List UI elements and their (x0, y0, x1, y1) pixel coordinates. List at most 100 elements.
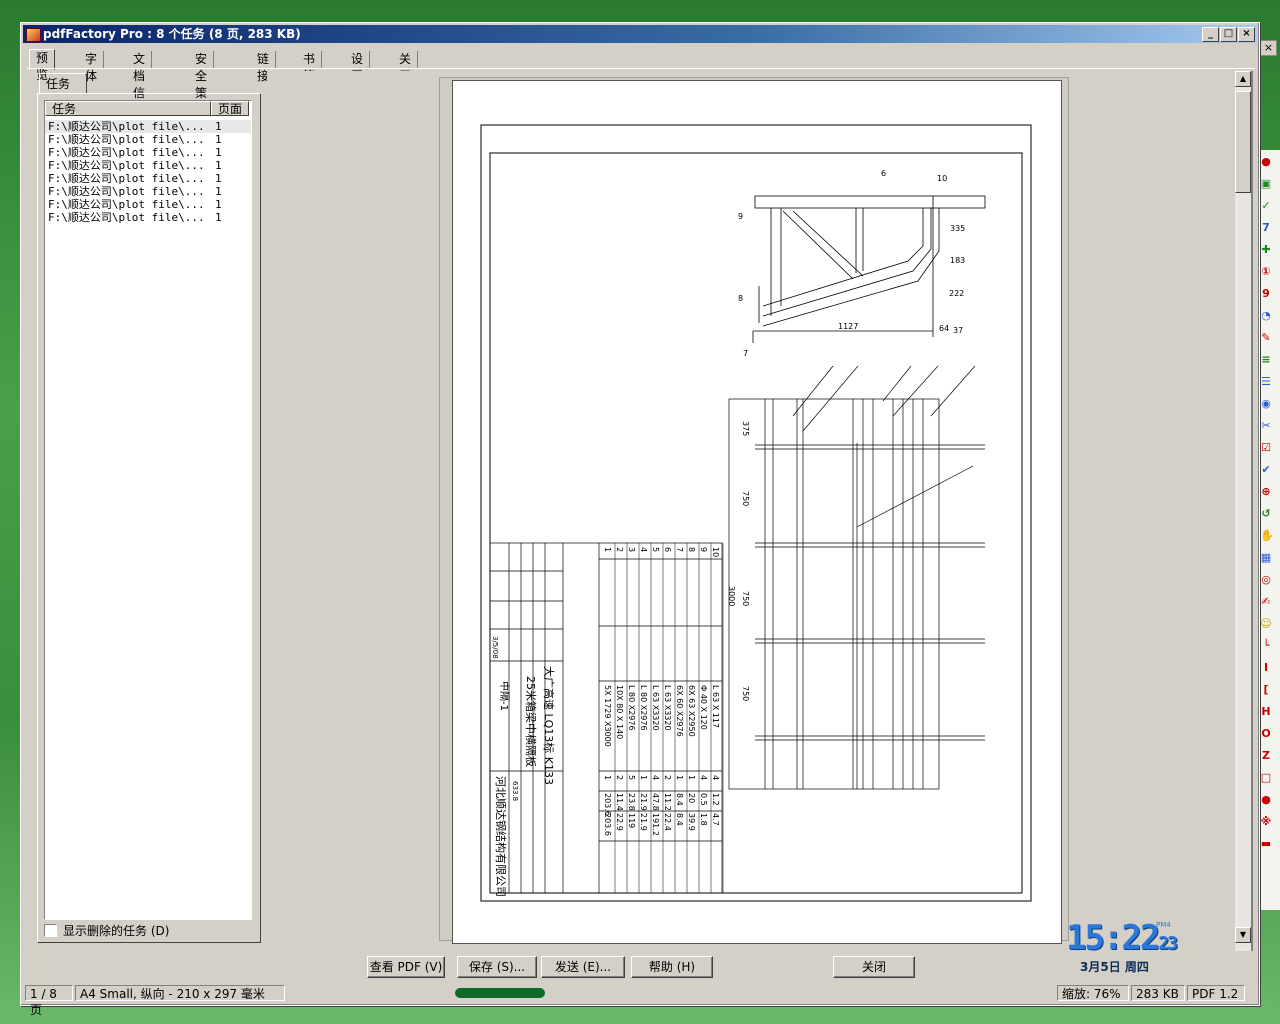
z-icon[interactable]: Z (1260, 750, 1272, 762)
gauge-icon[interactable]: ◔ (1260, 310, 1272, 322)
job-row[interactable]: F:\顺达公司\plot file\... 1 (45, 185, 251, 198)
bom-row-spec: Φ 40 X 120 (699, 685, 708, 730)
square-icon[interactable]: □ (1260, 772, 1272, 784)
column-pages[interactable]: 页面 (211, 101, 249, 116)
scroll-down-button[interactable]: ▼ (1235, 927, 1251, 943)
reference-icon[interactable]: ※ (1260, 816, 1272, 828)
refresh-icon[interactable]: ↺ (1260, 508, 1272, 520)
preview-area: 1127 64 37 222 183 335 10 9 8 7 6 375 75… (267, 71, 1253, 951)
h-icon[interactable]: H (1260, 706, 1272, 718)
bom-row-weight: 47.8 (651, 793, 660, 811)
add-icon[interactable]: ✚ (1260, 244, 1272, 256)
bar-icon[interactable]: ▬ (1260, 838, 1272, 850)
view-pdf-button[interactable]: 查看 PDF (V) (367, 956, 445, 978)
corner-icon[interactable]: └ (1260, 640, 1272, 652)
tab-settings[interactable]: 设置 (345, 51, 371, 83)
progress-indicator (455, 988, 545, 998)
scissors-icon[interactable]: ✂ (1260, 420, 1272, 432)
check-icon[interactable]: ✓ (1260, 200, 1272, 212)
dimension-label: 1127 (838, 322, 858, 331)
dimension-label: 222 (949, 289, 964, 298)
title-bar[interactable]: pdfFactory Pro : 8 个任务 (8 页, 283 KB) _ □… (23, 25, 1257, 43)
text-cursor-icon[interactable]: I (1260, 662, 1272, 674)
number-icon[interactable]: ① (1260, 266, 1272, 278)
job-path: F:\顺达公司\plot file\... (48, 133, 205, 146)
tab-preview[interactable]: 预览 (29, 49, 56, 82)
scroll-up-button[interactable]: ▲ (1235, 71, 1251, 87)
job-row[interactable]: F:\顺达公司\plot file\... 1 (45, 159, 251, 172)
smiley-icon[interactable]: ☺ (1260, 618, 1272, 630)
bom-row-weight: 23.8 (627, 793, 636, 811)
job-row[interactable]: F:\顺达公司\plot file\... 1 (45, 198, 251, 211)
job-row[interactable]: F:\顺达公司\plot file\... 1 (45, 211, 251, 224)
circle-icon[interactable]: O (1260, 728, 1272, 740)
bom-row-spec: 5X 1729 X3000 (603, 685, 612, 747)
calendar-icon[interactable]: 7 (1260, 222, 1272, 234)
tab-bookmarks[interactable]: 书签 (297, 51, 323, 83)
eye-icon[interactable]: ◉ (1260, 398, 1272, 410)
number-nine-icon[interactable]: 9 (1260, 288, 1272, 300)
scroll-thumb[interactable] (1235, 91, 1251, 193)
zoom-icon[interactable]: ⊕ (1260, 486, 1272, 498)
job-pages: 1 (215, 133, 222, 146)
bom-row-spec: L 80 X2976 (639, 685, 648, 731)
tab-links[interactable]: 链接 (251, 51, 277, 83)
job-row[interactable]: F:\顺达公司\plot file\... 1 (45, 120, 251, 133)
drawing-title: 大广高速 LQ13标 K133 (542, 666, 556, 785)
desktop-close-button[interactable]: × (1260, 40, 1277, 56)
bom-row-qty: 1 (639, 775, 648, 780)
tick-icon[interactable]: ✔ (1260, 464, 1272, 476)
job-row[interactable]: F:\顺达公司\plot file\... 1 (45, 146, 251, 159)
job-row[interactable]: F:\顺达公司\plot file\... 1 (45, 133, 251, 146)
grid-icon[interactable]: ▦ (1260, 552, 1272, 564)
job-pages: 1 (215, 211, 222, 224)
bom-row-weight: 21.9 (639, 793, 648, 811)
frame-icon[interactable]: ▣ (1260, 178, 1272, 190)
dimension-label: 375 (741, 421, 750, 436)
dimension-label: 7 (743, 349, 748, 358)
tab-jobs[interactable]: 任务 (39, 73, 87, 93)
job-pages: 1 (215, 120, 222, 133)
bom-row-spec: L 80 X2976 (627, 685, 636, 731)
column-task[interactable]: 任务 (45, 101, 211, 116)
tab-fonts[interactable]: 字体 (79, 51, 105, 83)
drawing-sheet-no: 中隔-1 (498, 681, 511, 711)
help-button[interactable]: 帮助 (H) (631, 956, 713, 978)
bom-row-total-weight: 22.9 (615, 813, 624, 831)
preview-scrollbar[interactable]: ▲ ▼ (1235, 71, 1251, 951)
job-pages: 1 (215, 172, 222, 185)
bom-row-total-weight: 203.6 (603, 813, 612, 836)
drawing-date: 3/5/08 (491, 636, 499, 659)
hand-icon[interactable]: ✋ (1260, 530, 1274, 542)
job-row[interactable]: F:\顺达公司\plot file\... 1 (45, 172, 251, 185)
checkbox-icon[interactable]: ☑ (1260, 442, 1272, 454)
action-buttons: 查看 PDF (V) 保存 (S)... 发送 (E)... 帮助 (H) 关闭 (21, 956, 1259, 978)
bom-row-no: 7 (675, 547, 684, 552)
show-deleted-option[interactable]: 显示删除的任务 (D) (44, 922, 169, 939)
minimize-button[interactable]: _ (1202, 27, 1219, 42)
pencil-icon[interactable]: ✎ (1260, 332, 1272, 344)
list-icon[interactable]: ≡ (1260, 354, 1272, 366)
bom-row-weight: 11.2 (663, 793, 672, 811)
tab-about[interactable]: 关于 (393, 51, 419, 83)
send-button[interactable]: 发送 (E)... (541, 956, 625, 978)
drawing-left-dims: 375 750 3000 750 750 (727, 421, 750, 701)
sign-icon[interactable]: ✍ (1260, 596, 1272, 608)
show-deleted-checkbox[interactable] (44, 924, 57, 937)
tab-security[interactable]: 安全策略 (189, 51, 215, 117)
maximize-button[interactable]: □ (1220, 27, 1237, 42)
tab-doc-info[interactable]: 文档信息 (127, 51, 153, 117)
menu-icon[interactable]: ☰ (1260, 376, 1272, 388)
status-zoom: 缩放: 76% (1057, 985, 1129, 1001)
jobs-list[interactable]: 任务 页面 F:\顺达公司\plot file\... 1 F:\顺达公司\plot… (44, 100, 252, 920)
target-icon[interactable]: ◎ (1260, 574, 1272, 586)
record-icon[interactable]: ● (1260, 156, 1272, 168)
close-window-button[interactable]: × (1238, 27, 1255, 42)
save-button[interactable]: 保存 (S)... (457, 956, 537, 978)
page-frame: 1127 64 37 222 183 335 10 9 8 7 6 375 75… (439, 77, 1069, 944)
bracket-icon[interactable]: [ (1260, 684, 1272, 696)
dot-icon[interactable]: ● (1260, 794, 1272, 806)
close-button[interactable]: 关闭 (833, 956, 915, 978)
job-pages: 1 (215, 159, 222, 172)
bom-row-no: 4 (639, 547, 648, 552)
